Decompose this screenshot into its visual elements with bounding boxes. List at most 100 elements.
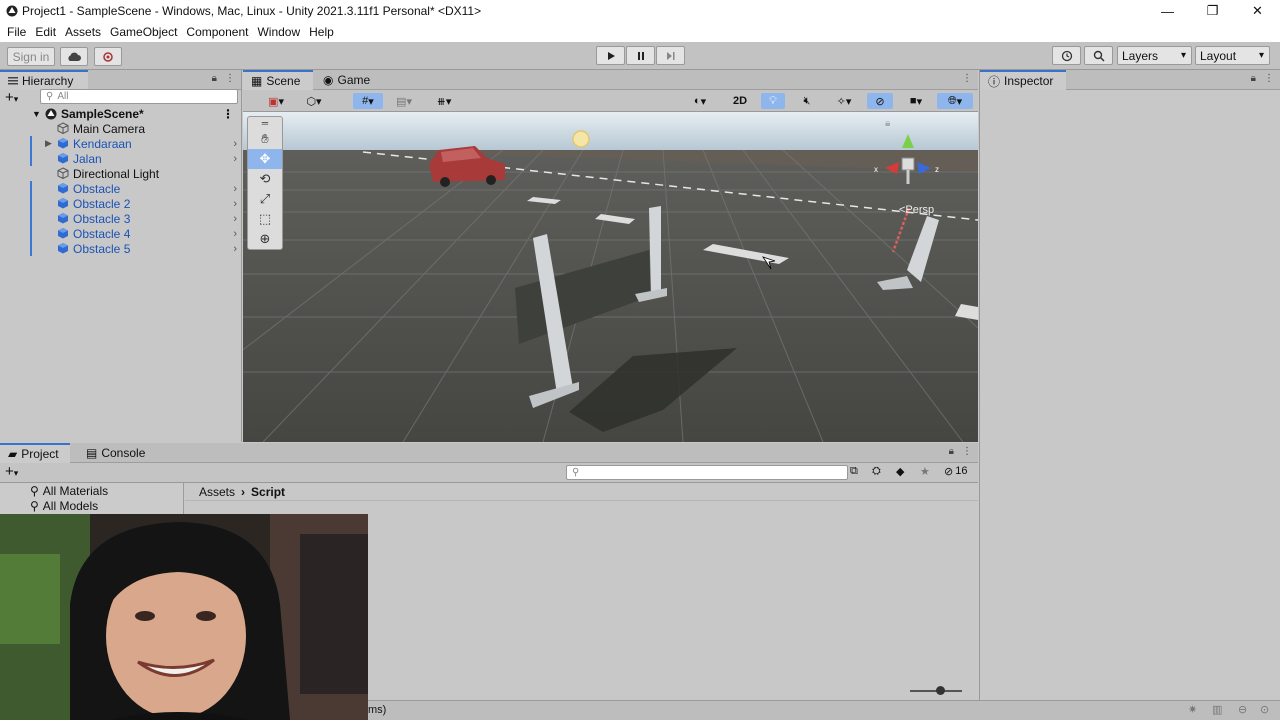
cloud-button[interactable] [60,47,88,66]
hierarchy-item[interactable]: Main Camera [0,121,242,136]
2d-toggle[interactable]: 2D [727,93,753,109]
draw-mode-dropdown[interactable]: ▣ ▾ [261,93,291,109]
tab-project[interactable]: ▰ Project [0,443,70,463]
tab-hierarchy[interactable]: Hierarchy [0,70,88,90]
kebab-menu-icon[interactable]: ⋮ [222,107,234,121]
collab-button[interactable] [94,47,122,66]
render-mode-dropdown[interactable]: ⬡ ▾ [299,93,329,109]
menu-window[interactable]: Window [257,25,300,39]
slider-thumb[interactable] [936,686,945,695]
audio-toggle[interactable]: 🔇︎ [795,93,819,109]
drag-handle-icon[interactable]: ═ [248,117,282,129]
gameobject-cube-icon [57,122,69,134]
hierarchy-item[interactable]: Obstacle › [0,181,242,196]
hidden-objects-toggle[interactable]: ⊘ [867,93,893,109]
bug-icon[interactable]: ✷ [1188,703,1197,716]
orientation-gizmo[interactable]: x z [873,134,943,194]
move-tool-button[interactable]: ✥ [248,149,282,169]
settings-icon[interactable]: ⊙ [1260,703,1269,716]
hierarchy-item[interactable]: ▶ Kendaraan › [0,136,242,151]
restore-button[interactable]: ❐ [1190,0,1235,22]
close-button[interactable]: ✕ [1235,0,1280,22]
layout-dropdown[interactable]: Layout [1195,46,1270,65]
tab-inspector[interactable]: ⓘ Inspector [980,70,1066,90]
progress-icon[interactable]: ⊖ [1238,703,1247,716]
add-object-button[interactable]: +▾ [5,89,18,106]
tab-console[interactable]: ▤ Console [78,443,150,463]
persp-label[interactable]: <Persp [899,204,934,216]
lock-icon[interactable]: 🔒︎ [1251,73,1256,84]
hierarchy-item[interactable]: Obstacle 3 › [0,211,242,226]
chevron-right-icon[interactable]: › [233,183,237,195]
scene-row[interactable]: ▼ SampleScene* ⋮ [0,106,242,121]
icon-size-slider[interactable] [910,686,962,695]
tab-game[interactable]: ◉ Game [315,70,385,90]
hierarchy-search-input[interactable]: ⚲ All [40,89,238,104]
hierarchy-item[interactable]: Obstacle 4 › [0,226,242,241]
hierarchy-item[interactable]: Obstacle 5 › [0,241,242,256]
kebab-menu-icon[interactable]: ⋮ [962,73,972,84]
menu-file[interactable]: File [7,25,26,39]
breadcrumb-script[interactable]: Script [251,485,285,499]
tree-item-all-models[interactable]: ⚲ All Models [0,498,183,513]
collapse-arrow-icon[interactable]: ▼ [32,109,41,119]
hierarchy-search-placeholder: All [57,91,69,102]
chevron-right-icon[interactable]: › [233,228,237,240]
chevron-right-icon[interactable]: › [233,153,237,165]
create-asset-button[interactable]: +▾ [5,463,18,480]
menu-edit[interactable]: Edit [35,25,56,39]
menu-assets[interactable]: Assets [65,25,101,39]
lighting-toggle[interactable]: 💡︎ [761,93,785,109]
project-search-input[interactable]: ⚲ [566,465,848,480]
ruler-dropdown[interactable]: ⧻ ▾ [427,93,461,109]
override-marker [30,151,32,166]
grid-snap-toggle[interactable]: # ▾ [353,93,383,109]
breadcrumb-assets[interactable]: Assets [199,485,235,499]
cache-server-icon[interactable]: ▥ [1212,703,1222,716]
scale-tool-button[interactable]: ⤢ [248,189,282,209]
expand-arrow-icon[interactable]: ▶ [45,138,52,149]
filter-by-type-icon[interactable]: ⛭ [872,465,881,478]
kebab-menu-icon[interactable]: ⋮ [962,446,972,457]
rect-tool-button[interactable]: ⬚ [248,209,282,229]
orientation-gizmo-lock-icon[interactable]: 🔒︎ [885,118,890,129]
effects-dropdown[interactable]: ✧ ▾ [827,93,861,109]
hierarchy-item[interactable]: Directional Light [0,166,242,181]
hierarchy-item[interactable]: Obstacle 2 › [0,196,242,211]
kebab-menu-icon[interactable]: ⋮ [1264,73,1274,84]
filter-by-label-icon[interactable]: ◆ [896,465,904,478]
chevron-right-icon[interactable]: › [233,138,237,150]
lock-icon[interactable]: 🔒︎ [212,73,217,84]
search-filter-icon[interactable]: ⧉ [850,465,858,478]
gizmos-dropdown[interactable]: 🌐︎ ▾ [937,93,973,109]
shading-dropdown[interactable]: ◐ ▾ [683,93,717,109]
transform-tool-button[interactable]: ⊕ [248,229,282,249]
hierarchy-item[interactable]: Jalan › [0,151,242,166]
search-button[interactable] [1084,46,1113,65]
sign-in-button[interactable]: Sign in [7,47,55,66]
camera-dropdown[interactable]: ■ ▾ [899,93,933,109]
step-button[interactable] [656,46,685,65]
menu-help[interactable]: Help [309,25,334,39]
chevron-right-icon[interactable]: › [233,198,237,210]
favorite-star-icon[interactable]: ★ [920,465,930,478]
pause-button[interactable] [626,46,655,65]
hand-tool-button[interactable]: ✋︎ [248,129,282,149]
snap-increment-dropdown[interactable]: ▤ ▾ [389,93,419,109]
tab-scene[interactable]: ▦ Scene [243,70,313,90]
step-icon [666,51,676,61]
chevron-right-icon[interactable]: › [233,213,237,225]
play-button[interactable] [596,46,625,65]
rotate-tool-button[interactable]: ⟲ [248,169,282,189]
minimize-button[interactable]: — [1145,0,1190,22]
hidden-packages-toggle[interactable]: ⊘ 16 [944,465,967,478]
chevron-right-icon[interactable]: › [233,243,237,255]
tree-item-all-materials[interactable]: ⚲ All Materials [0,483,183,498]
menu-component[interactable]: Component [186,25,248,39]
lock-icon[interactable]: 🔒︎ [949,446,954,457]
kebab-menu-icon[interactable]: ⋮ [225,73,235,84]
menu-gameobject[interactable]: GameObject [110,25,177,39]
history-button[interactable] [1052,46,1081,65]
scene-viewport[interactable]: ═ ✋︎ ✥ ⟲ ⤢ ⬚ ⊕ 🔒︎ x z <Persp [243,112,978,442]
layers-dropdown[interactable]: Layers [1117,46,1192,65]
